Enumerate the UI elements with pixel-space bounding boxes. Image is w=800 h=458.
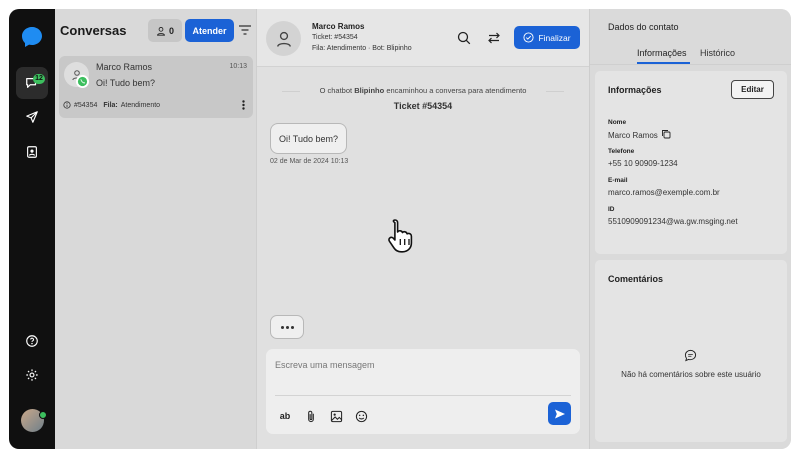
user-icon: [156, 26, 165, 36]
field-value-name: Marco Ramos: [608, 131, 658, 140]
emoji-button[interactable]: [354, 409, 368, 423]
app-window: 12 Conversas 0 Atender Marco Ramos 10:13…: [9, 9, 791, 449]
divider: [546, 91, 564, 92]
help-icon: [26, 335, 38, 347]
copy-icon[interactable]: [661, 129, 671, 139]
settings-icon: [26, 369, 38, 381]
conversation-item[interactable]: Marco Ramos 10:13 Oi! Tudo bem? #54354 F…: [59, 56, 253, 118]
contact-panel-title: Dados do contato: [608, 22, 679, 32]
search-icon[interactable]: [457, 31, 471, 45]
field-label-phone: Telefone: [608, 148, 635, 155]
agents-filter-button[interactable]: 0: [148, 19, 182, 42]
divider: [275, 395, 571, 396]
divider: [590, 64, 791, 65]
nav-help[interactable]: [16, 325, 48, 357]
message-composer: ab: [266, 349, 580, 434]
field-label-name: Nome: [608, 119, 627, 126]
finish-button[interactable]: Finalizar: [514, 26, 580, 49]
emoji-icon: [355, 410, 367, 422]
comment-icon: [684, 349, 697, 362]
chat-queue: Fila: Atendimento · Bot: Blipinho: [312, 45, 412, 52]
conversations-title: Conversas: [60, 23, 127, 38]
nav-chats[interactable]: 12: [16, 67, 48, 99]
divider: [282, 91, 300, 92]
image-button[interactable]: [329, 409, 343, 423]
conversation-meta: #54354 Fila: Atendimento: [63, 101, 160, 109]
nav-send[interactable]: [16, 101, 48, 133]
field-value-phone: +55 10 90909-1234: [608, 159, 678, 168]
unread-badge: 12: [33, 74, 45, 84]
typing-dot: [285, 325, 289, 329]
filter-icon[interactable]: [238, 24, 252, 36]
field-label-id: ID: [608, 206, 615, 213]
format-text-button[interactable]: ab: [278, 409, 292, 423]
ticket-title: Ticket #54354: [393, 101, 453, 111]
send-icon: [554, 409, 565, 418]
user-icon: [276, 31, 291, 47]
comments-card: Comentários Não há comentários sobre est…: [595, 260, 787, 442]
agents-count: 0: [168, 25, 174, 36]
message-input[interactable]: [275, 357, 565, 373]
comments-empty-text: Não há comentários sobre este usuário: [621, 370, 761, 379]
conversation-time: 10:13: [229, 63, 247, 70]
check-circle-icon: [523, 32, 534, 43]
message-bubble: Oi! Tudo bem?: [270, 123, 347, 154]
chat-bubble-logo-icon[interactable]: [20, 25, 44, 49]
typing-dot: [280, 325, 284, 329]
online-status-dot: [39, 411, 47, 419]
chat-contact-name: Marco Ramos: [312, 22, 365, 31]
attend-button[interactable]: Atender: [185, 19, 234, 42]
conversation-name: Marco Ramos: [96, 62, 153, 72]
chat-ticket: Ticket: #54354: [312, 34, 358, 41]
transfer-icon[interactable]: [487, 31, 501, 45]
image-icon: [330, 410, 342, 422]
more-vertical-icon[interactable]: [242, 100, 245, 110]
tab-informacoes[interactable]: Informações: [637, 48, 687, 58]
chat-header: Marco Ramos Ticket: #54354 Fila: Atendim…: [257, 9, 589, 67]
system-message: O chatbot Blipinho encaminhou a conversa…: [282, 86, 564, 95]
conversation-last-message: Oi! Tudo bem?: [96, 78, 156, 88]
system-prefix: O chatbot: [319, 86, 353, 95]
info-icon: [63, 101, 71, 109]
comments-card-title: Comentários: [608, 274, 664, 284]
chat-area: Marco Ramos Ticket: #54354 Fila: Atendim…: [257, 9, 589, 449]
attach-icon: [308, 410, 314, 422]
contact-panel: Dados do contato Informações Histórico I…: [589, 9, 791, 449]
whatsapp-icon: [76, 75, 89, 88]
typing-dot: [290, 325, 294, 329]
message-time: 02 de Mar de 2024 10:13: [270, 158, 349, 165]
conversations-panel: Conversas 0 Atender Marco Ramos 10:13 Oi…: [55, 9, 257, 449]
conversation-ticket: #54354: [74, 101, 98, 109]
pointer-hand-icon: [388, 219, 413, 253]
attach-button[interactable]: [304, 409, 318, 423]
tab-historico[interactable]: Histórico: [700, 48, 735, 58]
contacts-icon: [27, 146, 37, 158]
field-value-email: marco.ramos@exemple.com.br: [608, 188, 720, 197]
field-value-id: 5510909091234@wa.gw.msging.net: [608, 217, 738, 226]
field-label-email: E-mail: [608, 177, 628, 184]
info-card: Informações Editar Nome Marco Ramos Tele…: [595, 71, 787, 254]
nav-contacts[interactable]: [16, 136, 48, 168]
finish-button-label: Finalizar: [538, 32, 571, 43]
system-bot-name: Blipinho: [354, 86, 385, 95]
nav-rail: 12: [9, 9, 55, 449]
send-nav-icon: [26, 111, 38, 123]
edit-button[interactable]: Editar: [731, 80, 774, 99]
system-suffix: encaminhou a conversa para atendimento: [386, 86, 527, 95]
contact-avatar: [266, 21, 301, 56]
conversation-queue-label: Fila:: [103, 101, 118, 109]
typing-indicator: [270, 315, 304, 339]
info-card-title: Informações: [608, 85, 662, 95]
nav-settings[interactable]: [16, 359, 48, 391]
send-button[interactable]: [548, 402, 571, 425]
conversation-queue: Atendimento: [120, 101, 161, 109]
